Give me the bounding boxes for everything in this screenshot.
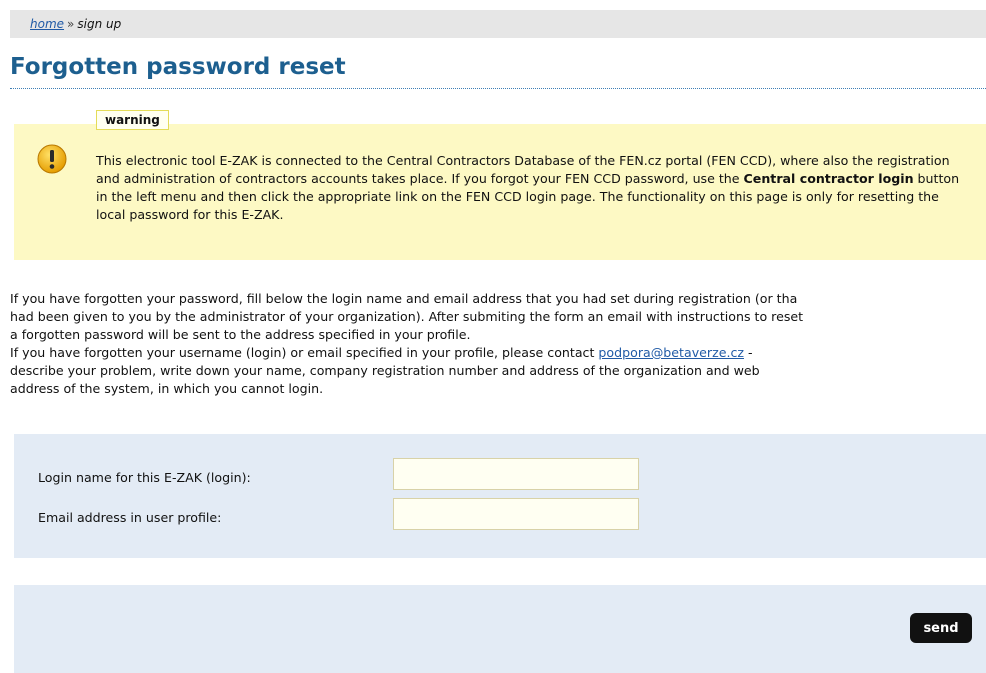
breadcrumb: home» sign up	[10, 10, 986, 38]
intro-line: had been given to you by the administrat…	[10, 309, 804, 324]
intro-line: describe your problem, write down your n…	[10, 363, 760, 378]
breadcrumb-separator: »	[67, 17, 75, 31]
email-address-input[interactable]	[393, 498, 639, 530]
warning-message: This electronic tool E-ZAK is connected …	[96, 152, 968, 224]
support-email-link[interactable]: podpora@betaverze.cz	[598, 345, 744, 360]
warning-tag: warning	[96, 110, 169, 130]
send-button[interactable]: send	[910, 613, 972, 643]
submit-panel	[14, 585, 986, 673]
intro-contact-dash: -	[743, 345, 753, 360]
login-name-input[interactable]	[393, 458, 639, 490]
breadcrumb-home-link[interactable]: home	[30, 17, 64, 31]
intro-line: a forgotten password will be sent to the…	[10, 327, 471, 342]
exclamation-icon	[37, 144, 67, 174]
breadcrumb-current: sign up	[77, 17, 122, 31]
intro-contact-text: If you have forgotten your username (log…	[10, 345, 599, 360]
intro-line: If you have forgotten your password, fil…	[10, 291, 798, 306]
instructions-text: If you have forgotten your password, fil…	[10, 290, 986, 398]
intro-line: If you have forgotten your username (log…	[10, 344, 986, 362]
warning-text-bold: Central contractor login	[743, 171, 914, 186]
reset-form-panel	[14, 434, 986, 558]
page-title: Forgotten password reset	[10, 54, 986, 89]
email-address-label: Email address in user profile:	[38, 510, 222, 525]
login-name-label: Login name for this E-ZAK (login):	[38, 470, 251, 485]
intro-line: address of the system, in which you cann…	[10, 381, 324, 396]
